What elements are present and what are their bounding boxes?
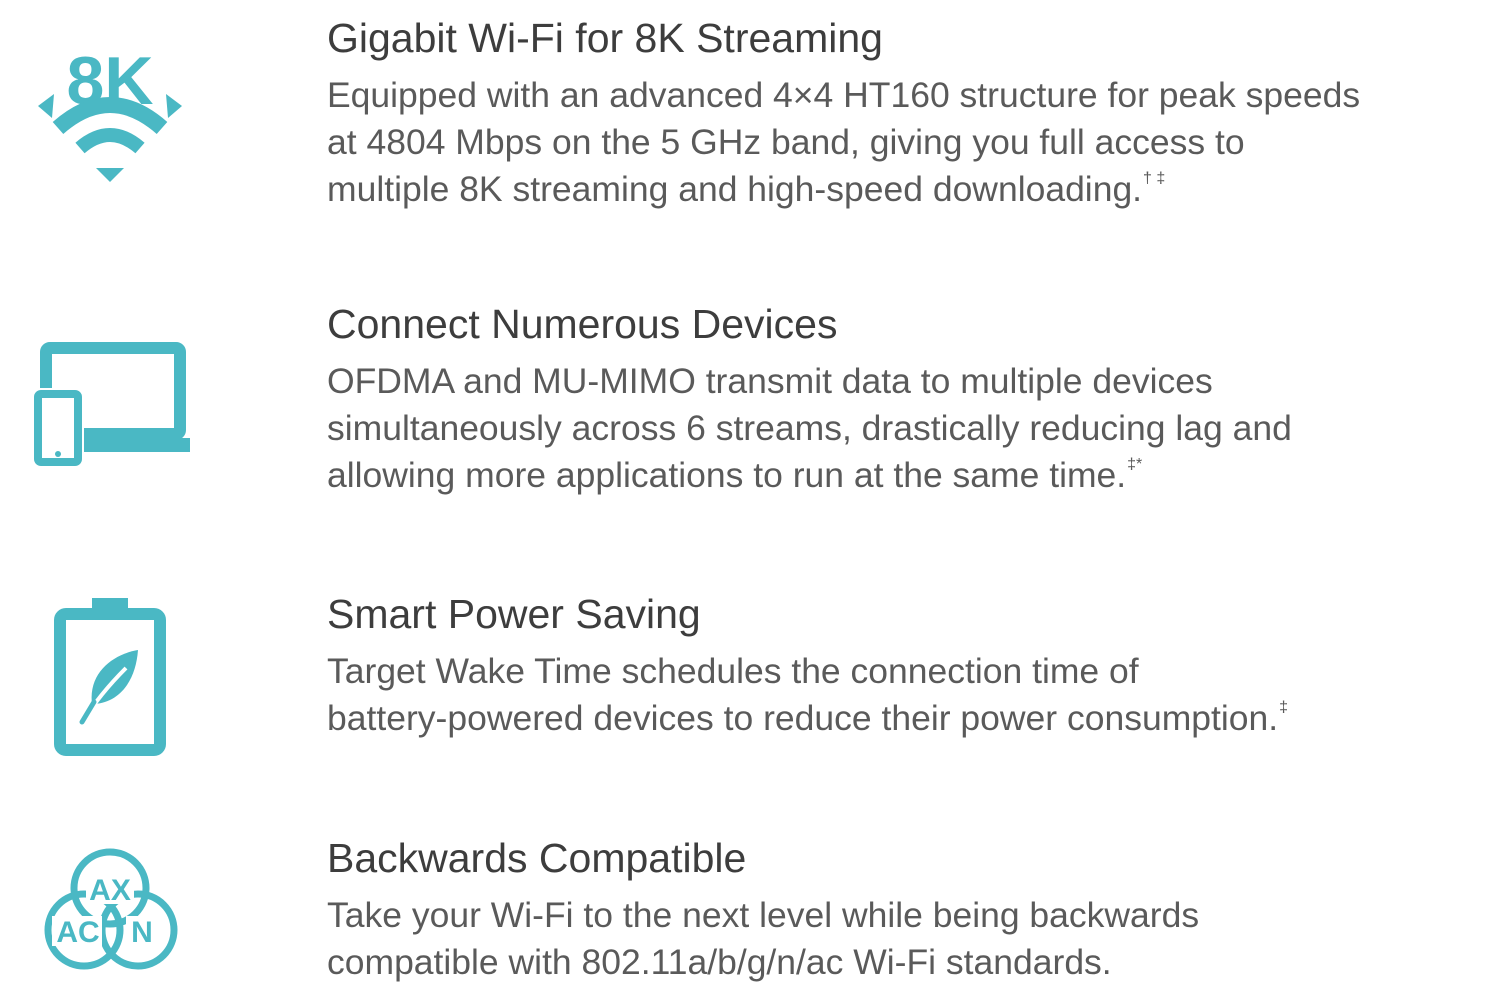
description-line: Equipped with an advanced 4×4 HT160 stru… bbox=[327, 75, 1361, 115]
description-text: allowing more applications to run at the… bbox=[327, 455, 1127, 495]
footnote-marker: ‡ bbox=[1279, 699, 1289, 716]
description-text: battery-powered devices to reduce their … bbox=[327, 698, 1279, 738]
description-text: multiple 8K streaming and high-speed dow… bbox=[327, 169, 1143, 209]
feature-title: Gigabit Wi-Fi for 8K Streaming bbox=[327, 15, 883, 61]
ax-label: AX bbox=[89, 874, 131, 907]
description-line: OFDMA and MU-MIMO transmit data to multi… bbox=[327, 361, 1213, 401]
feature-description: Target Wake Time schedules the connectio… bbox=[327, 648, 1487, 742]
feature-description: Equipped with an advanced 4×4 HT160 stru… bbox=[327, 72, 1487, 213]
ac-label: AC bbox=[56, 916, 99, 949]
description-line: simultaneously across 6 streams, drastic… bbox=[327, 408, 1292, 448]
battery-leaf-icon bbox=[22, 592, 202, 772]
8k-wifi-icon: 8K bbox=[22, 20, 202, 200]
feature-title: Backwards Compatible bbox=[327, 835, 747, 881]
description-line: Take your Wi-Fi to the next level while … bbox=[327, 895, 1200, 935]
devices-icon bbox=[22, 330, 202, 510]
description-line: compatible with 802.11a/b/g/n/ac Wi-Fi s… bbox=[327, 942, 1112, 982]
description-line: battery-powered devices to reduce their … bbox=[327, 695, 1487, 742]
footnote-marker: † ‡ bbox=[1143, 170, 1166, 187]
feature-description: Take your Wi-Fi to the next level while … bbox=[327, 892, 1487, 986]
feature-title: Connect Numerous Devices bbox=[327, 301, 838, 347]
description-line: multiple 8K streaming and high-speed dow… bbox=[327, 166, 1487, 213]
feature-title: Smart Power Saving bbox=[327, 591, 701, 637]
description-line: at 4804 Mbps on the 5 GHz band, giving y… bbox=[327, 122, 1245, 162]
footnote-marker: ‡* bbox=[1127, 456, 1143, 473]
description-line: allowing more applications to run at the… bbox=[327, 452, 1487, 499]
ax-ac-n-icon: AX AC N bbox=[22, 818, 202, 998]
description-line: Target Wake Time schedules the connectio… bbox=[327, 651, 1139, 691]
feature-description: OFDMA and MU-MIMO transmit data to multi… bbox=[327, 358, 1487, 499]
n-label: N bbox=[131, 916, 153, 949]
